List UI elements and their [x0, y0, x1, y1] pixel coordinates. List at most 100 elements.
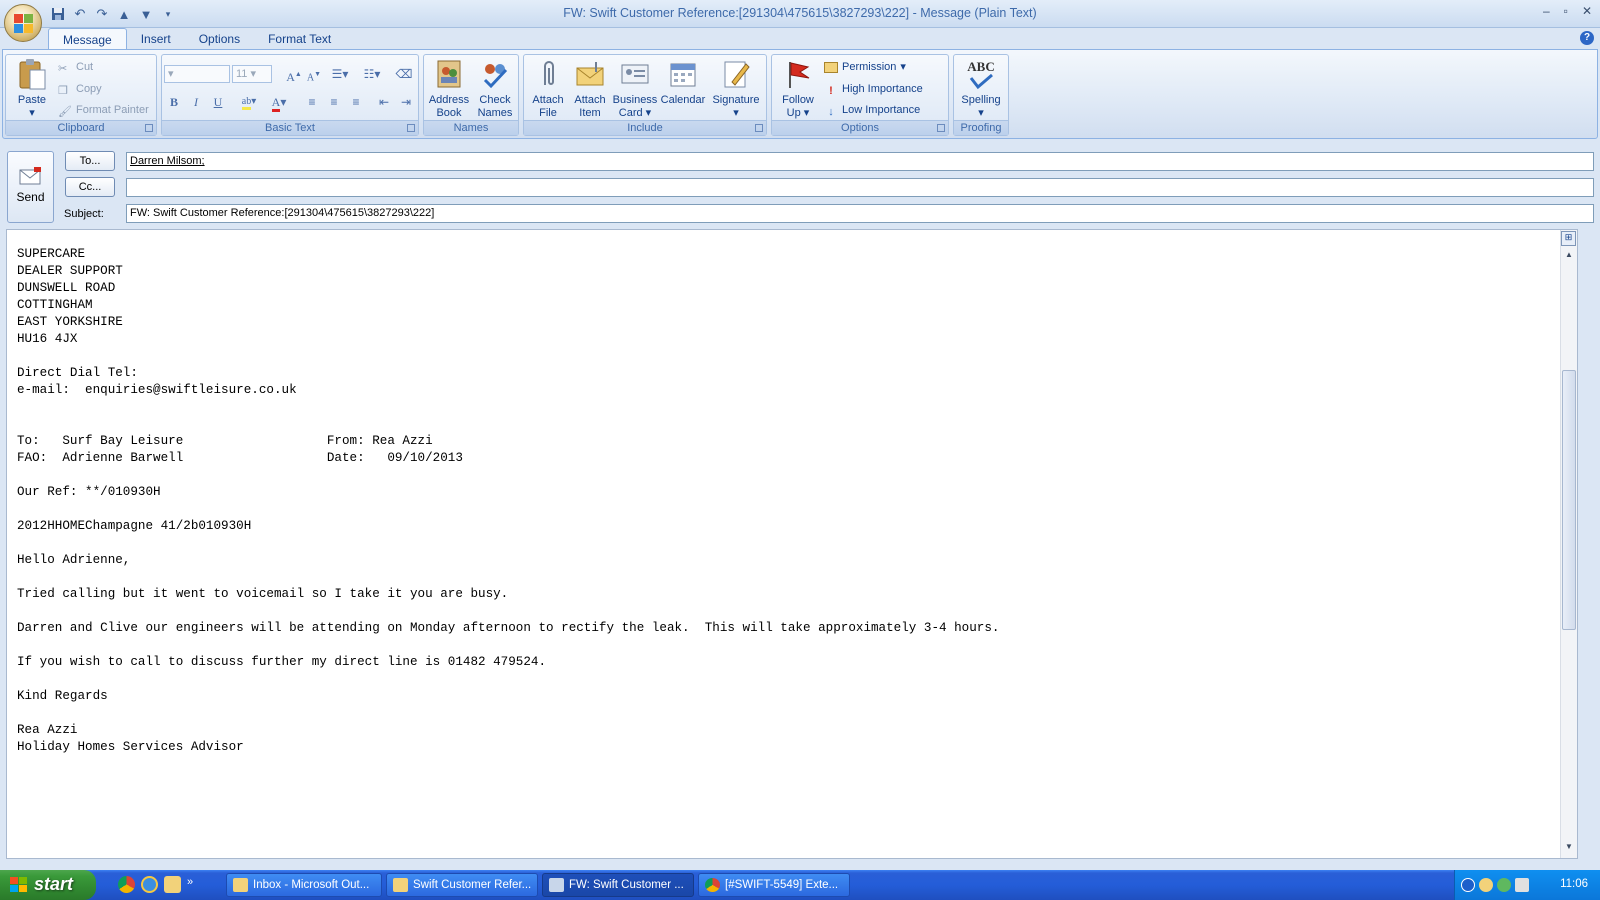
paste-button[interactable]: Paste ▾ [10, 58, 54, 120]
message-body-editor[interactable]: SUPERCARE DEALER SUPPORT DUNSWELL ROAD C… [6, 229, 1578, 859]
spelling-button[interactable]: ABC Spelling ▾ [956, 58, 1006, 120]
calendar-button[interactable]: Calendar [658, 58, 708, 107]
numbering-icon[interactable]: ☷▾ [362, 65, 382, 83]
outlook-tray-icon[interactable] [1479, 878, 1493, 892]
minimize-button[interactable]: – [1543, 4, 1550, 18]
chrome-icon[interactable] [118, 876, 135, 893]
check-names-label-1: Check [479, 94, 511, 106]
check-names-button[interactable]: Check Names [472, 58, 518, 120]
tab-options[interactable]: Options [185, 28, 254, 50]
office-button[interactable] [4, 4, 42, 42]
tray-expand-icon[interactable] [1461, 878, 1475, 892]
highlight-icon[interactable]: ab▾ [236, 93, 262, 111]
increase-indent-icon[interactable]: ⇥ [396, 93, 416, 111]
cut-button[interactable]: ✂ Cut [58, 58, 93, 76]
align-right-icon[interactable]: ≡ [346, 93, 366, 111]
format-painter-label: Format Painter [76, 104, 149, 116]
window-controls: – ▫ ✕ [1543, 4, 1592, 18]
follow-up-label-1: Follow [782, 94, 814, 106]
scroll-down-icon[interactable]: ▼ [1561, 842, 1577, 856]
clear-formatting-icon[interactable]: ⌫ [394, 65, 414, 83]
ribbon-tabs: Message Insert Options Format Text [48, 28, 345, 50]
calendar-label: Calendar [660, 94, 706, 106]
underline-icon[interactable]: U [208, 93, 228, 111]
cc-button[interactable]: Cc... [65, 177, 115, 197]
more-quick-launch-icon[interactable]: » [187, 876, 193, 893]
network-icon[interactable] [1497, 878, 1511, 892]
taskbar-item-chrome[interactable]: [#SWIFT-5549] Exte... [698, 873, 850, 897]
outlook-icon [233, 878, 248, 892]
business-card-label-1: Business [612, 94, 658, 106]
dialog-launcher-icon[interactable] [937, 124, 945, 132]
tab-format-text[interactable]: Format Text [254, 28, 345, 50]
paste-label: Paste [17, 94, 47, 106]
send-button[interactable]: Send [7, 151, 54, 223]
italic-icon[interactable]: I [186, 93, 206, 111]
to-field[interactable]: Darren Milsom; [126, 152, 1594, 171]
business-card-button[interactable]: Business Card ▾ [610, 58, 660, 120]
copy-button[interactable]: ❐ Copy [58, 80, 102, 98]
follow-up-label-2: Up [786, 107, 801, 119]
bold-icon[interactable]: B [164, 93, 184, 111]
copy-icon: ❐ [58, 85, 68, 97]
help-icon[interactable]: ? [1580, 31, 1594, 45]
proofing-group: ABC Spelling ▾ Proofing [953, 54, 1009, 136]
subject-field[interactable]: FW: Swift Customer Reference:[291304\475… [126, 204, 1594, 223]
taskbar-item-swift-customer-reference[interactable]: Swift Customer Refer... [386, 873, 538, 897]
start-button[interactable]: start [0, 870, 96, 900]
recipient-name[interactable]: Darren Milsom; [130, 155, 205, 167]
font-color-icon[interactable]: A▾ [266, 93, 292, 112]
send-label: Send [16, 190, 45, 204]
taskbar: start » Inbox - Microsoft Out... Swift C… [0, 870, 1600, 900]
vertical-scrollbar[interactable]: ⊞ ▲ ▼ [1560, 230, 1577, 858]
close-button[interactable]: ✕ [1582, 4, 1592, 18]
decrease-indent-icon[interactable]: ⇤ [374, 93, 394, 111]
window-title: FW: Swift Customer Reference:[291304\475… [563, 6, 1037, 20]
volume-icon[interactable] [1515, 878, 1529, 892]
message-icon [549, 878, 564, 892]
taskbar-item-label: Inbox - Microsoft Out... [253, 879, 370, 891]
ruler-toggle-icon[interactable]: ⊞ [1561, 231, 1576, 246]
align-center-icon[interactable]: ≡ [324, 93, 344, 111]
follow-up-button[interactable]: Follow Up ▾ [776, 58, 820, 120]
tab-message[interactable]: Message [48, 28, 127, 50]
font-name-box[interactable]: ▾ [164, 65, 230, 83]
bullets-icon[interactable]: ☰▾ [330, 65, 350, 83]
title-bar: ↶ ↷ ▲ ▼ ▾ FW: Swift Customer Reference:[… [0, 0, 1600, 28]
shrink-font-icon[interactable]: A▼ [304, 65, 324, 83]
taskbar-item-fw-message[interactable]: FW: Swift Customer ... [542, 873, 694, 897]
red-flag-icon [782, 58, 814, 90]
scrollbar-thumb[interactable] [1562, 370, 1576, 630]
attach-file-label-2: File [539, 107, 557, 119]
attach-item-button[interactable]: Attach Item [568, 58, 612, 120]
low-importance-button[interactable]: ↓ Low Importance [824, 101, 920, 119]
envelope-clip-icon [574, 58, 606, 90]
signature-button[interactable]: Signature ▾ [708, 58, 764, 120]
address-book-label-1: Address [428, 94, 470, 106]
scroll-up-icon[interactable]: ▲ [1561, 250, 1577, 264]
group-label-options: Options [772, 120, 948, 135]
high-importance-button[interactable]: ! High Importance [824, 80, 923, 98]
envelope-icon [393, 878, 408, 892]
outlook-icon[interactable] [164, 876, 181, 893]
attach-file-button[interactable]: Attach File [526, 58, 570, 120]
dialog-launcher-icon[interactable] [407, 124, 415, 132]
ribbon: Paste ▾ ✂ Cut ❐ Copy 🖌 Format Painter Clipbo… [2, 49, 1598, 139]
group-label-basic-text: Basic Text [162, 120, 418, 135]
cc-field[interactable] [126, 178, 1594, 197]
permission-button[interactable]: Permission ▾ [824, 58, 906, 76]
align-left-icon[interactable]: ≡ [302, 93, 322, 111]
dialog-launcher-icon[interactable] [755, 124, 763, 132]
address-book-button[interactable]: Address Book [426, 58, 472, 120]
internet-explorer-icon[interactable] [141, 876, 158, 893]
to-button[interactable]: To... [65, 151, 115, 171]
font-size-box[interactable]: 11 ▾ [232, 65, 272, 83]
tab-insert[interactable]: Insert [127, 28, 185, 50]
scissors-icon: ✂ [58, 63, 68, 75]
grow-font-icon[interactable]: A▲ [284, 65, 304, 84]
taskbar-item-inbox[interactable]: Inbox - Microsoft Out... [226, 873, 382, 897]
format-painter-button[interactable]: 🖌 Format Painter [58, 101, 149, 119]
message-body-text[interactable]: SUPERCARE DEALER SUPPORT DUNSWELL ROAD C… [17, 246, 999, 756]
dialog-launcher-icon[interactable] [145, 124, 153, 132]
restore-button[interactable]: ▫ [1564, 4, 1568, 18]
